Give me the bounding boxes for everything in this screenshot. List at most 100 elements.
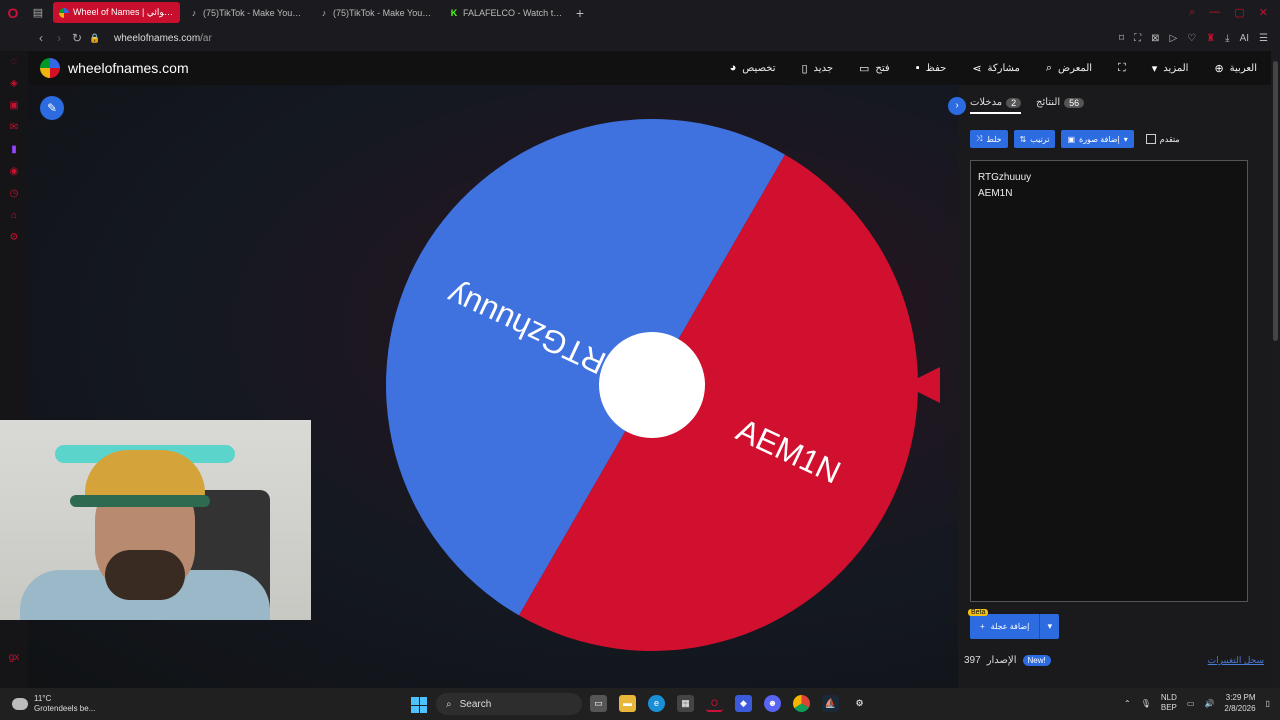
minimize-icon[interactable]: — xyxy=(1209,6,1220,19)
weather-widget[interactable]: 11°C Grotendeels be... xyxy=(12,694,95,714)
sidebar-history-icon[interactable]: ◷ xyxy=(0,183,28,205)
app-header: wheelofnames.com ◕ تخصيص ▯ جديد ▭ فتح ▪ حفظ … xyxy=(28,51,1271,85)
collapse-panel-icon[interactable]: › xyxy=(948,97,966,115)
menu-save[interactable]: ▪ حفظ xyxy=(916,62,947,75)
sidebar-aria-icon[interactable]: ◌ xyxy=(0,51,28,73)
plus-icon: + xyxy=(980,622,985,631)
changelog-link[interactable]: سجل التغييرات xyxy=(1208,655,1264,666)
search-icon: ⌕ xyxy=(1045,61,1052,74)
menu-share[interactable]: ⋖ مشاركة xyxy=(972,62,1020,75)
snapshot-icon[interactable]: ⛶ xyxy=(1134,33,1141,44)
folder-icon: ▭ xyxy=(859,62,870,75)
cloud-icon xyxy=(12,698,28,710)
menu-label: جديد xyxy=(813,62,834,74)
network-icon[interactable]: ▭ xyxy=(1187,699,1195,708)
tab-results[interactable]: النتائج 56 xyxy=(1036,97,1085,108)
maximize-icon[interactable]: ▢ xyxy=(1234,6,1244,19)
menu-more[interactable]: ▾ المزيد xyxy=(1152,62,1189,75)
wheel[interactable]: RTGzhuuuy AEM1N xyxy=(386,119,918,651)
tab-wheel-of-names[interactable]: Wheel of Names | العشوائي xyxy=(53,2,180,23)
scrollbar-thumb[interactable] xyxy=(1273,61,1278,341)
heart-icon[interactable]: ♡ xyxy=(1187,33,1196,44)
sidebar-gx-icon[interactable]: gx xyxy=(0,647,28,669)
notification-icon[interactable]: ▯ xyxy=(1266,699,1270,708)
bookmark-icon[interactable]: ⌑ xyxy=(1119,33,1124,44)
ai-button[interactable]: AI xyxy=(1240,33,1249,44)
taskbar-search[interactable]: ⌕ Search xyxy=(436,693,582,715)
task-view-icon[interactable]: ▭ xyxy=(590,695,607,712)
tab-tiktok-1[interactable]: ♪ (75)TikTok - Make Your Da xyxy=(183,2,310,23)
add-wheel-dropdown[interactable]: ▾ xyxy=(1039,614,1060,639)
tab-entries[interactable]: مدخلات 2 xyxy=(970,97,1022,114)
settings-icon[interactable]: ⚙ xyxy=(851,695,868,712)
language-indicator[interactable]: NLD BEP xyxy=(1161,693,1177,713)
menu-open[interactable]: ▭ فتح xyxy=(859,62,890,75)
discord-icon[interactable]: ☻ xyxy=(764,695,781,712)
opera-logo-icon[interactable]: O xyxy=(0,0,26,25)
caret-down-icon: ▾ xyxy=(1151,62,1158,75)
palette-icon: ◕ xyxy=(729,62,737,74)
sort-button[interactable]: ⇅ ترتيب xyxy=(1013,130,1056,148)
add-image-button[interactable]: ▣ إضافة صورة ▾ xyxy=(1061,130,1134,148)
volume-icon[interactable]: 🔊 xyxy=(1204,699,1214,708)
microphone-icon[interactable]: 🎙 xyxy=(1141,699,1151,708)
menu-customize[interactable]: ◕ تخصيص xyxy=(730,62,776,75)
sidebar-settings-icon[interactable]: ⚙ xyxy=(0,227,28,249)
menu-label: مشاركة xyxy=(987,62,1020,74)
edit-pencil-icon[interactable]: ✎ xyxy=(40,96,64,120)
brand[interactable]: wheelofnames.com xyxy=(40,58,189,78)
page-scrollbar[interactable] xyxy=(1271,51,1280,688)
extension-icon[interactable]: ♜ xyxy=(1206,33,1215,44)
chrome-icon[interactable] xyxy=(793,695,810,712)
menu-fullscreen[interactable]: ⛶ xyxy=(1118,62,1126,75)
close-icon[interactable]: ✕ xyxy=(1259,6,1268,19)
tab-tiktok-2[interactable]: ♪ (75)TikTok - Make Your Da xyxy=(313,2,440,23)
download-icon[interactable]: ⤓ xyxy=(1225,33,1229,44)
advanced-checkbox[interactable]: متقدم xyxy=(1145,134,1180,144)
menu-icon[interactable]: ☰ xyxy=(1259,33,1268,44)
opera-gx-icon[interactable]: O xyxy=(706,695,723,712)
file-explorer-icon[interactable]: ▬ xyxy=(619,695,636,712)
sidebar-twitch-icon[interactable]: ▮ xyxy=(0,139,28,161)
sidebar-mail-icon[interactable]: ✉ xyxy=(0,117,28,139)
add-image-label: إضافة صورة xyxy=(1079,134,1120,144)
app-menu: ◕ تخصيص ▯ جديد ▭ فتح ▪ حفظ ⋖ مشاركة ⌕ المعرض ⛶… xyxy=(730,62,1271,75)
chevron-up-icon[interactable]: ⌃ xyxy=(1124,699,1131,708)
sidebar-pin-icon[interactable]: ⌂ xyxy=(0,205,28,227)
search-tabs-icon[interactable]: ⌕ xyxy=(1189,6,1195,19)
block-icon[interactable]: ⊠ xyxy=(1151,33,1159,44)
clock[interactable]: 3:29 PM 2/8/2026 xyxy=(1224,692,1255,714)
add-wheel-button[interactable]: + إضافة عجلة xyxy=(970,614,1040,639)
checkbox-box[interactable] xyxy=(1145,134,1156,144)
forward-icon[interactable]: › xyxy=(50,31,68,45)
store-icon[interactable]: ▦ xyxy=(677,695,694,712)
new-tab-button[interactable]: + xyxy=(570,5,590,21)
windows-start-icon[interactable] xyxy=(411,697,427,713)
menu-label: المزيد xyxy=(1163,62,1189,74)
panel-footer: 397 الإصدار New! سجل التغييرات xyxy=(964,655,1264,666)
menu-gallery[interactable]: ⌕ المعرض xyxy=(1046,62,1092,75)
wheel-hub[interactable] xyxy=(599,332,705,438)
edge-icon[interactable]: e xyxy=(648,695,665,712)
vscode-icon[interactable]: ◆ xyxy=(735,695,752,712)
menu-language[interactable]: ⊕ العربية xyxy=(1214,62,1257,75)
entries-count-badge: 2 xyxy=(1006,97,1022,108)
tab-overview-icon[interactable]: ▤ xyxy=(26,6,50,19)
reload-icon[interactable]: ↻ xyxy=(68,31,86,45)
sort-label: ترتيب xyxy=(1030,134,1050,144)
sidebar-player-icon[interactable]: ◉ xyxy=(0,161,28,183)
play-icon[interactable]: ▷ xyxy=(1170,33,1178,44)
beard xyxy=(105,550,185,600)
url-field[interactable]: wheelofnames.com/ar xyxy=(114,33,212,44)
tab-falafelco[interactable]: K FALAFELCO - Watch the Vi xyxy=(443,2,570,23)
menu-new[interactable]: ▯ جديد xyxy=(801,62,833,75)
browser-tools: ⌑ ⛶ ⊠ ▷ ♡ ♜ ⤓ AI ☰ xyxy=(1119,33,1280,44)
shuffle-button[interactable]: ⤨ خلط xyxy=(970,130,1008,148)
sidebar-messenger-icon[interactable]: ▣ xyxy=(0,95,28,117)
entries-toolbar: ⤨ خلط ⇅ ترتيب ▣ إضافة صورة ▾ متقدم xyxy=(970,130,1180,148)
entries-textarea[interactable]: RTGzhuuuy AEM1N xyxy=(970,160,1248,602)
sidebar-crypto-icon[interactable]: ◈ xyxy=(0,73,28,95)
back-icon[interactable]: ‹ xyxy=(32,31,50,45)
image-icon: ▣ xyxy=(1067,134,1075,144)
steam-icon[interactable]: ⛵ xyxy=(822,695,839,712)
